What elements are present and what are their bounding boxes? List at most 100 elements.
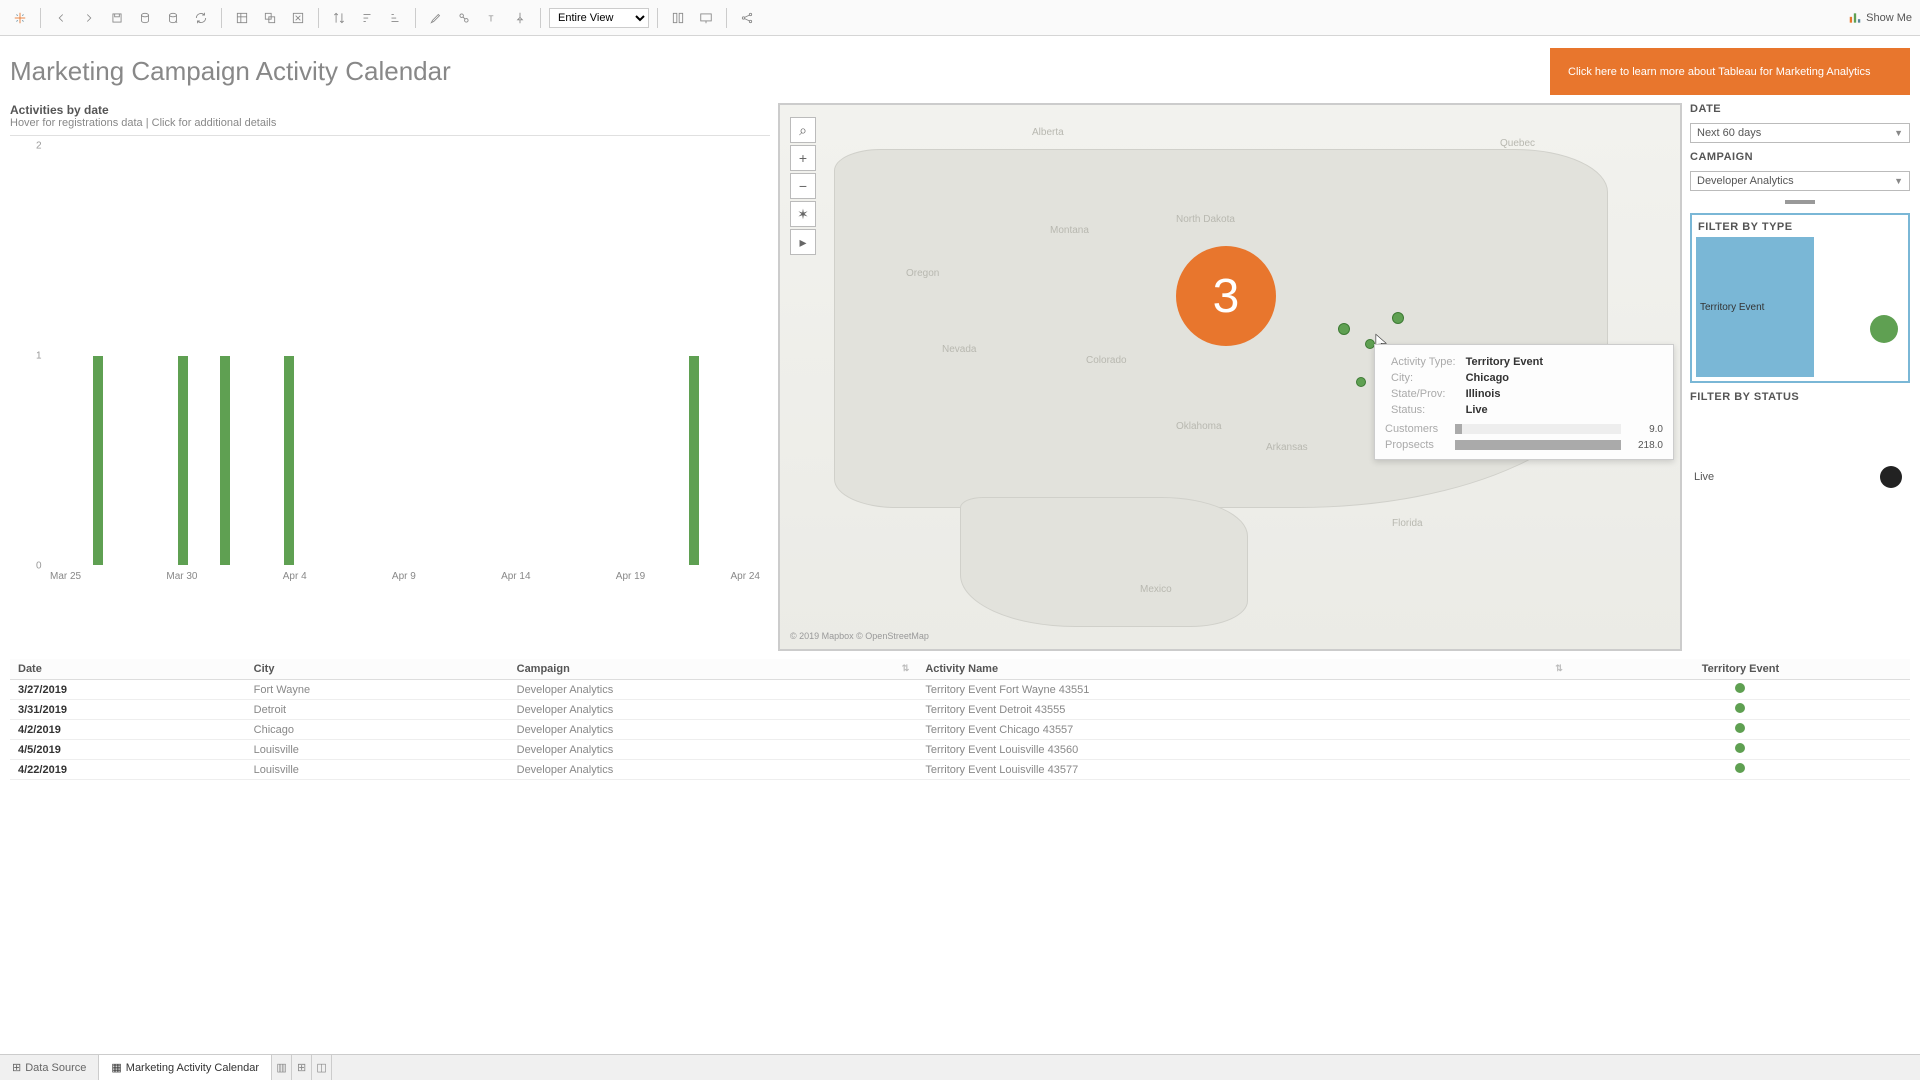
- bar[interactable]: [220, 356, 230, 566]
- map-pan-icon[interactable]: ▸: [790, 229, 816, 255]
- save-icon[interactable]: [105, 6, 129, 30]
- label-icon[interactable]: T: [480, 6, 504, 30]
- sort-asc-icon[interactable]: [355, 6, 379, 30]
- table-header[interactable]: Activity Name⇅: [917, 659, 1571, 680]
- y-tick: 0: [36, 561, 42, 572]
- tooltip-label: Status:: [1387, 403, 1460, 417]
- tooltip-label: State/Prov:: [1387, 387, 1460, 401]
- bar[interactable]: [284, 356, 294, 566]
- highlight-icon[interactable]: [424, 6, 448, 30]
- cell-city: Louisville: [246, 740, 509, 760]
- cell-city: Chicago: [246, 720, 509, 740]
- tooltip-metric-value: 218.0: [1627, 440, 1663, 451]
- toolbar: T Entire View Show Me: [0, 0, 1920, 36]
- new-worksheet-icon[interactable]: [230, 6, 254, 30]
- new-worksheet-tab-icon[interactable]: ▥: [272, 1055, 292, 1080]
- map-reset-icon[interactable]: ✶: [790, 201, 816, 227]
- table-header[interactable]: Territory Event: [1571, 659, 1910, 680]
- map-event-dot[interactable]: [1338, 323, 1350, 335]
- cell-activity: Territory Event Detroit 43555: [917, 700, 1571, 720]
- cell-campaign: Developer Analytics: [509, 680, 918, 700]
- dashboard-icon: ▦: [111, 1061, 121, 1074]
- filter-campaign-select[interactable]: Developer Analytics ▼: [1690, 171, 1910, 191]
- map-event-dot[interactable]: [1356, 377, 1366, 387]
- filter-status-box[interactable]: Live: [1690, 411, 1910, 531]
- bar[interactable]: [93, 356, 103, 566]
- x-tick: Mar 30: [166, 571, 197, 595]
- filter-date-select[interactable]: Next 60 days ▼: [1690, 123, 1910, 143]
- chart-title: Activities by date: [10, 103, 770, 117]
- territory-event-dot-icon: [1735, 723, 1745, 733]
- map-panel[interactable]: ⌕ + − ✶ ▸ Alberta Montana North Dakota O…: [778, 103, 1682, 651]
- cell-type: [1571, 720, 1910, 740]
- table-row[interactable]: 3/27/2019Fort WayneDeveloper AnalyticsTe…: [10, 680, 1910, 700]
- territory-event-dot-icon: [1735, 763, 1745, 773]
- activities-chart-panel: Activities by date Hover for registratio…: [10, 103, 770, 651]
- tab-data-source-label: Data Source: [25, 1062, 86, 1074]
- show-cards-icon[interactable]: [666, 6, 690, 30]
- table-row[interactable]: 4/22/2019LouisvilleDeveloper AnalyticsTe…: [10, 760, 1910, 780]
- page-title: Marketing Campaign Activity Calendar: [10, 48, 1550, 95]
- sort-icon[interactable]: ⇅: [1555, 663, 1563, 674]
- tooltip-metric-label: Propsects: [1385, 439, 1449, 451]
- filter-type-value: Territory Event: [1700, 302, 1764, 313]
- swap-icon[interactable]: [327, 6, 351, 30]
- clear-icon[interactable]: [286, 6, 310, 30]
- filter-campaign-label: CAMPAIGN: [1690, 151, 1910, 163]
- presentation-icon[interactable]: [694, 6, 718, 30]
- fit-selector[interactable]: Entire View: [549, 8, 649, 28]
- table-header[interactable]: Date: [10, 659, 246, 680]
- filter-status-value: Live: [1694, 471, 1714, 483]
- chart-subtitle: Hover for registrations data | Click for…: [10, 117, 770, 129]
- table-header[interactable]: City: [246, 659, 509, 680]
- cta-banner[interactable]: Click here to learn more about Tableau f…: [1550, 48, 1910, 95]
- y-tick: 1: [36, 351, 42, 362]
- table-row[interactable]: 3/31/2019DetroitDeveloper AnalyticsTerri…: [10, 700, 1910, 720]
- map-search-icon[interactable]: ⌕: [790, 117, 816, 143]
- map-attribution: © 2019 Mapbox © OpenStreetMap: [790, 631, 929, 641]
- territory-event-dot-icon: [1735, 703, 1745, 713]
- pin-icon[interactable]: [508, 6, 532, 30]
- map-cluster-circle[interactable]: 3: [1176, 246, 1276, 346]
- cell-date: 3/27/2019: [10, 680, 246, 700]
- x-tick: Apr 24: [731, 571, 760, 595]
- back-icon[interactable]: [49, 6, 73, 30]
- table-row[interactable]: 4/5/2019LouisvilleDeveloper AnalyticsTer…: [10, 740, 1910, 760]
- new-data-icon[interactable]: [133, 6, 157, 30]
- duplicate-icon[interactable]: [258, 6, 282, 30]
- sort-icon[interactable]: ⇅: [902, 663, 910, 674]
- new-dashboard-tab-icon[interactable]: ⊞: [292, 1055, 312, 1080]
- cell-date: 4/5/2019: [10, 740, 246, 760]
- group-icon[interactable]: [452, 6, 476, 30]
- refresh-icon[interactable]: [189, 6, 213, 30]
- filter-campaign-value: Developer Analytics: [1697, 175, 1794, 187]
- cell-campaign: Developer Analytics: [509, 740, 918, 760]
- tooltip-metric-label: Customers: [1385, 423, 1449, 435]
- tableau-logo-icon[interactable]: [8, 6, 32, 30]
- bar[interactable]: [178, 356, 188, 566]
- tab-dashboard[interactable]: ▦ Marketing Activity Calendar: [99, 1055, 272, 1080]
- map-zoom-in-icon[interactable]: +: [790, 145, 816, 171]
- cell-city: Detroit: [246, 700, 509, 720]
- tab-data-source[interactable]: ⊞ Data Source: [0, 1055, 99, 1080]
- bar-chart[interactable]: Mar 25Mar 30Apr 4Apr 9Apr 14Apr 19Apr 24…: [10, 135, 770, 595]
- x-tick: Apr 4: [283, 571, 307, 595]
- map-zoom-out-icon[interactable]: −: [790, 173, 816, 199]
- filter-panel: DATE Next 60 days ▼ CAMPAIGN Developer A…: [1690, 103, 1910, 651]
- auto-update-icon[interactable]: [161, 6, 185, 30]
- cell-date: 3/31/2019: [10, 700, 246, 720]
- map-event-dot[interactable]: [1392, 312, 1404, 324]
- new-story-tab-icon[interactable]: ◫: [312, 1055, 332, 1080]
- forward-icon[interactable]: [77, 6, 101, 30]
- table-header[interactable]: Campaign⇅: [509, 659, 918, 680]
- drag-handle-icon[interactable]: [1785, 200, 1815, 204]
- show-me-button[interactable]: Show Me: [1848, 11, 1912, 25]
- svg-text:T: T: [489, 14, 494, 23]
- share-icon[interactable]: [735, 6, 759, 30]
- bar[interactable]: [689, 356, 699, 566]
- x-tick: Mar 25: [50, 571, 81, 595]
- filter-type-box[interactable]: FILTER BY TYPE Territory Event: [1690, 213, 1910, 383]
- sort-desc-icon[interactable]: [383, 6, 407, 30]
- filter-type-tile[interactable]: Territory Event: [1696, 237, 1814, 377]
- table-row[interactable]: 4/2/2019ChicagoDeveloper AnalyticsTerrit…: [10, 720, 1910, 740]
